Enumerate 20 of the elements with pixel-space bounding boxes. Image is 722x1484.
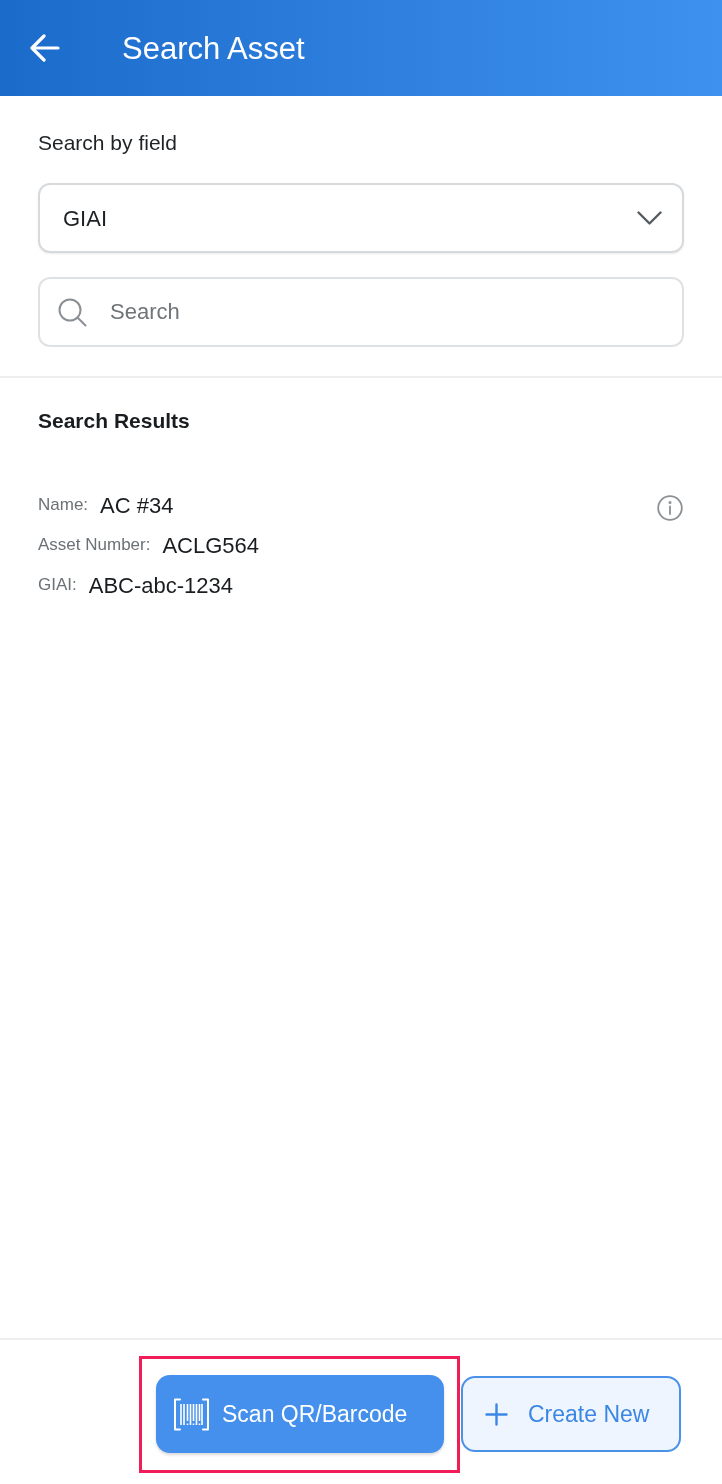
result-field-label: Name: [38,494,89,517]
plus-icon [485,1402,508,1426]
field-label: Search by field [38,131,178,155]
create-new-button[interactable]: Create New [461,1376,681,1452]
barcode-scan-icon [173,1397,210,1431]
search-field[interactable]: Search [38,277,684,347]
chevron-down-icon [637,211,662,225]
result-field-value: ACLG564 [162,531,260,560]
back-arrow-icon[interactable] [30,34,60,62]
search-icon [58,298,87,327]
scan-button[interactable]: Scan QR/Barcode [156,1375,444,1453]
page-title: Search Asset [122,32,305,64]
result-field-value: AC #34 [100,491,174,520]
result-field-label: Asset Number: [38,534,151,557]
field-dropdown[interactable]: GIAI [38,183,684,253]
info-icon[interactable] [657,495,683,521]
results-heading: Search Results [38,409,191,433]
result-field-value: ABC-abc-1234 [88,571,234,600]
result-field-label: GIAI: [38,574,77,597]
dropdown-value: GIAI [63,204,107,233]
